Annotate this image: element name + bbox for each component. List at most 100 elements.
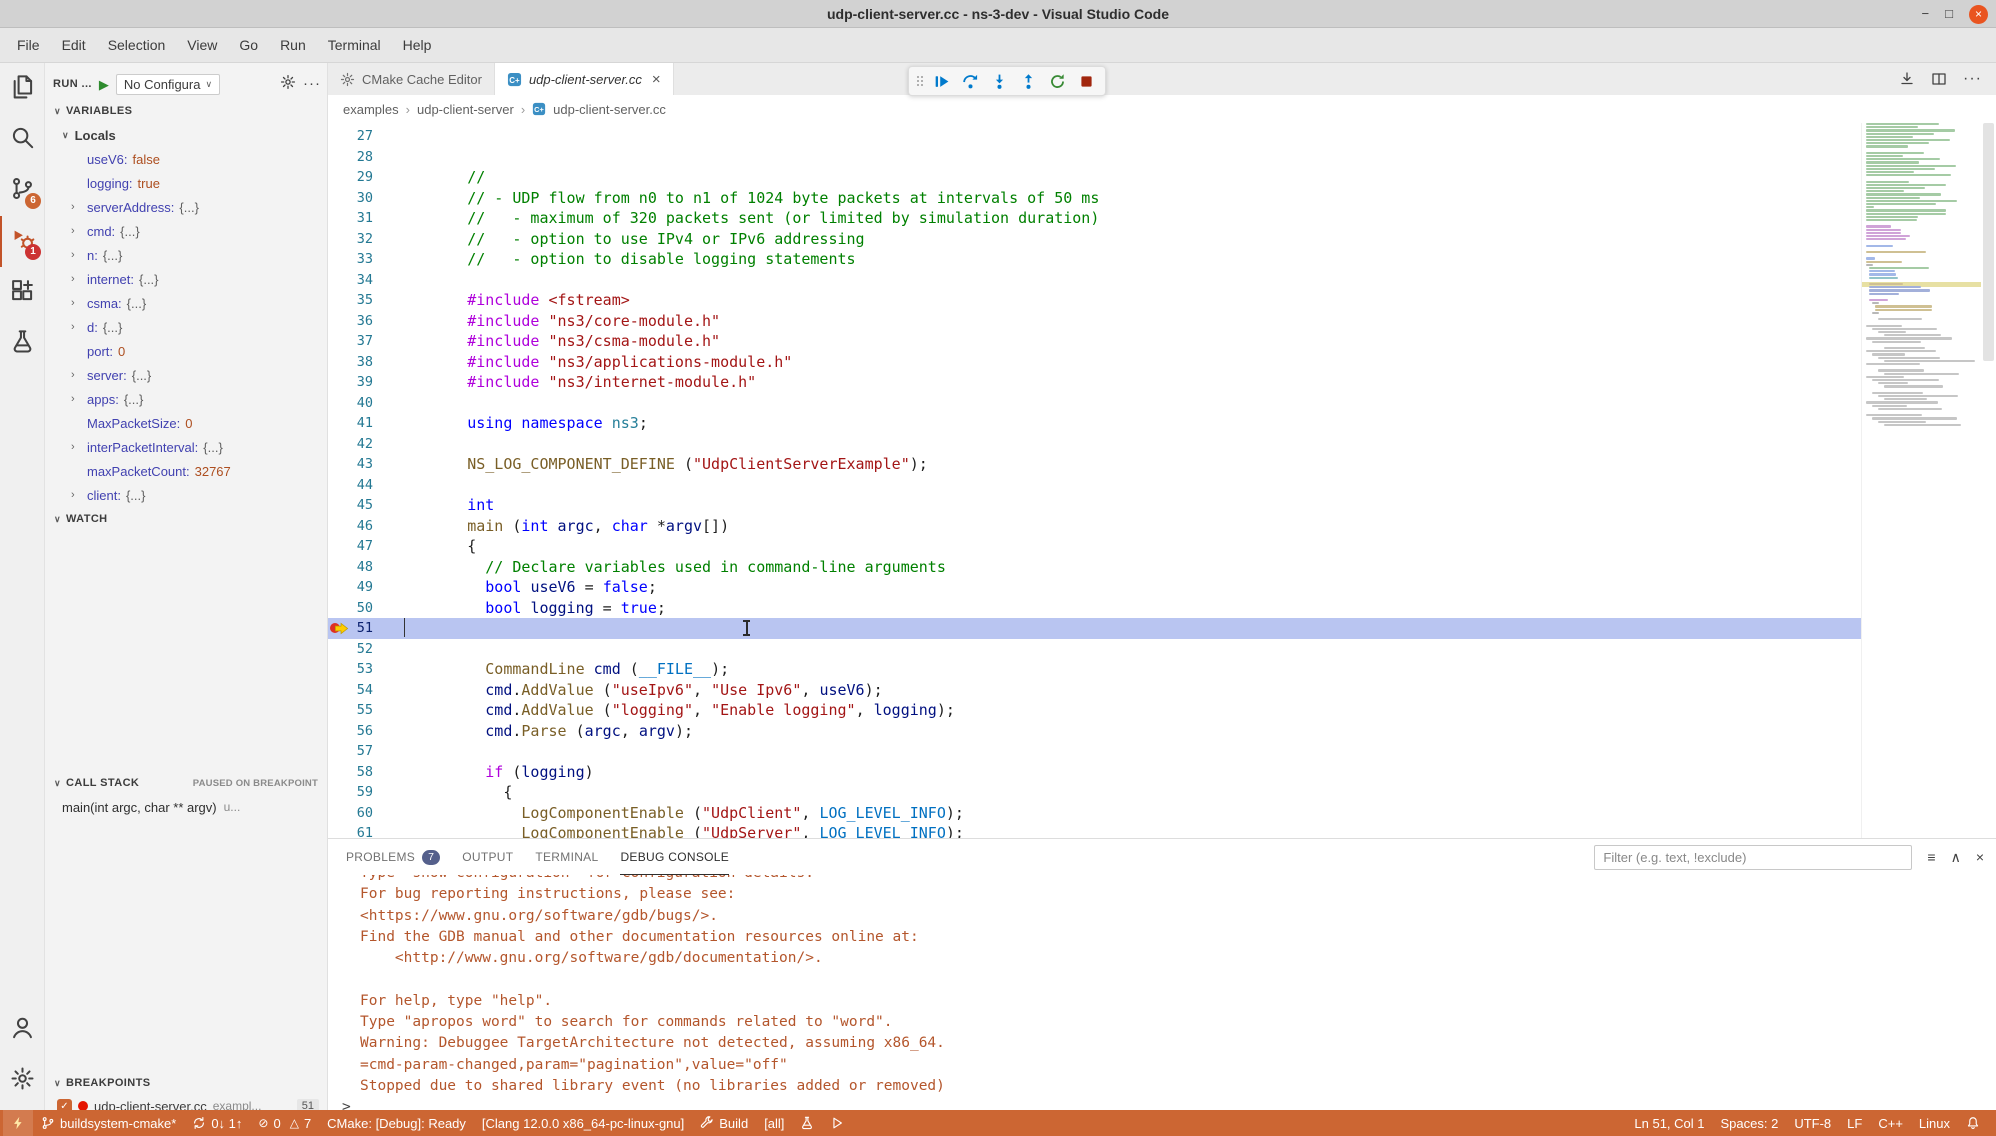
continue-button[interactable] (928, 68, 954, 94)
code-line-58[interactable]: 58 LogComponentEnable ("UdpClient", LOG_… (328, 762, 1861, 783)
code-line-32[interactable]: 32 (328, 229, 1861, 250)
code-line-31[interactable]: 31// - option to disable logging stateme… (328, 208, 1861, 229)
step-over-button[interactable] (957, 68, 983, 94)
code-line-55[interactable]: 55 (328, 700, 1861, 721)
restart-button[interactable] (1044, 68, 1070, 94)
code-line-53[interactable]: 53 cmd.AddValue ("logging", "Enable logg… (328, 659, 1861, 680)
code-line-45[interactable]: 45{ (328, 495, 1861, 516)
panel-tab-terminal[interactable]: TERMINAL (535, 839, 598, 875)
menu-go[interactable]: Go (228, 32, 269, 58)
minimap[interactable] (1861, 123, 1981, 838)
step-out-button[interactable] (1015, 68, 1041, 94)
activity-source-control[interactable]: 6 (0, 165, 45, 216)
variables-scope-locals[interactable]: ∨ Locals (45, 123, 327, 147)
variable-row-server[interactable]: › server: {...} (45, 363, 327, 387)
code-line-38[interactable]: 38 (328, 352, 1861, 373)
breadcrumb-item[interactable]: examples (343, 102, 399, 117)
activity-testing[interactable] (0, 318, 45, 369)
variable-row-d[interactable]: › d: {...} (45, 315, 327, 339)
split-editor-icon[interactable] (1931, 71, 1947, 87)
variable-row-maxPacketCount[interactable]: maxPacketCount: 32767 (45, 459, 327, 483)
variable-row-cmd[interactable]: › cmd: {...} (45, 219, 327, 243)
code-line-60[interactable]: 60 } (328, 803, 1861, 824)
menu-edit[interactable]: Edit (51, 32, 97, 58)
run-file-icon[interactable] (1899, 71, 1915, 87)
panel-tab-problems[interactable]: PROBLEMS7 (346, 839, 440, 875)
variable-row-client[interactable]: › client: {...} (45, 483, 327, 507)
code-line-28[interactable]: 28// - UDP flow from n0 to n1 of 1024 by… (328, 147, 1861, 168)
code-line-47[interactable]: 47 bool useV6 = false; (328, 536, 1861, 557)
code-line-42[interactable]: 42 (328, 434, 1861, 455)
console-filter-input[interactable] (1594, 845, 1912, 870)
code-line-51[interactable]: 51 CommandLine cmd (__FILE__); (328, 618, 1861, 639)
code-line-34[interactable]: 34#include "ns3/core-module.h" (328, 270, 1861, 291)
code-line-43[interactable]: 43int (328, 454, 1861, 475)
maximize-panel-icon[interactable]: ∧ (1951, 850, 1961, 864)
status-cmake-build-target[interactable]: [all] (756, 1110, 792, 1136)
status-notifications[interactable] (1958, 1110, 1988, 1136)
breadcrumb-item[interactable]: udp-client-server.cc (553, 102, 666, 117)
status-cmake-status[interactable]: CMake: [Debug]: Ready (319, 1110, 474, 1136)
variable-row-internet[interactable]: › internet: {...} (45, 267, 327, 291)
menu-run[interactable]: Run (269, 32, 317, 58)
status-encoding[interactable]: UTF-8 (1786, 1110, 1839, 1136)
editor-tab-udp-client-server[interactable]: C+ udp-client-server.cc × (495, 63, 674, 95)
editor-scrollbar[interactable] (1981, 123, 1996, 838)
status-cmake-kit[interactable]: [Clang 12.0.0 x86_64-pc-linux-gnu] (474, 1110, 692, 1136)
start-debug-icon[interactable]: ▶ (99, 78, 109, 91)
call-stack-frame[interactable]: main(int argc, char ** argv) u... (45, 795, 327, 819)
more-actions-icon[interactable]: ··· (1963, 70, 1982, 88)
variable-row-useV6[interactable]: useV6: false (45, 147, 327, 171)
status-eol[interactable]: LF (1839, 1110, 1870, 1136)
panel-tab-debug-console[interactable]: DEBUG CONSOLE (620, 839, 729, 875)
activity-explorer[interactable] (0, 63, 45, 114)
variable-row-apps[interactable]: › apps: {...} (45, 387, 327, 411)
code-line-44[interactable]: 44main (int argc, char *argv[]) (328, 475, 1861, 496)
editor-tab-cmake-cache-editor[interactable]: CMake Cache Editor (328, 63, 495, 95)
stop-button[interactable] (1073, 68, 1099, 94)
toolbar-drag-handle[interactable] (915, 73, 925, 89)
status-cmake-build[interactable]: Build (692, 1110, 756, 1136)
status-cursor-position[interactable]: Ln 51, Col 1 (1626, 1110, 1712, 1136)
code-line-59[interactable]: 59 LogComponentEnable ("UdpServer", LOG_… (328, 782, 1861, 803)
activity-search[interactable] (0, 114, 45, 165)
code-line-37[interactable]: 37#include "ns3/internet-module.h" (328, 331, 1861, 352)
minimize-button[interactable]: − (1922, 5, 1930, 23)
console-prompt[interactable]: > (342, 1099, 1996, 1110)
code-line-54[interactable]: 54 cmd.Parse (argc, argv); (328, 680, 1861, 701)
variable-row-csma[interactable]: › csma: {...} (45, 291, 327, 315)
code-line-56[interactable]: 56 if (logging) (328, 721, 1861, 742)
code-line-36[interactable]: 36#include "ns3/applications-module.h" (328, 311, 1861, 332)
breadcrumb-item[interactable]: udp-client-server (417, 102, 514, 117)
code-line-41[interactable]: 41NS_LOG_COMPONENT_DEFINE ("UdpClientSer… (328, 413, 1861, 434)
status-language-mode[interactable]: C++ (1870, 1110, 1911, 1136)
variable-row-n[interactable]: › n: {...} (45, 243, 327, 267)
code-line-48[interactable]: 48 bool logging = true; (328, 557, 1861, 578)
status-problems-summary[interactable]: ⊘0△7 (250, 1110, 319, 1136)
code-line-57[interactable]: 57 { (328, 741, 1861, 762)
status-cmake-launch[interactable] (822, 1110, 852, 1136)
variable-row-port[interactable]: port: 0 (45, 339, 327, 363)
activity-run-and-debug[interactable]: 1 (0, 216, 45, 267)
breakpoint-checkbox[interactable]: ✓ (57, 1099, 72, 1111)
code-editor[interactable]: 27// 28// - UDP flow from n0 to n1 of 10… (328, 123, 1861, 838)
scrollbar-slider[interactable] (1983, 123, 1994, 361)
code-line-30[interactable]: 30// - option to use IPv4 or IPv6 addres… (328, 188, 1861, 209)
status-indentation[interactable]: Spaces: 2 (1713, 1110, 1787, 1136)
step-into-button[interactable] (986, 68, 1012, 94)
menu-terminal[interactable]: Terminal (317, 32, 392, 58)
variable-row-serverAddress[interactable]: › serverAddress: {...} (45, 195, 327, 219)
variable-row-interPacketInterval[interactable]: › interPacketInterval: {...} (45, 435, 327, 459)
code-line-27[interactable]: 27// (328, 126, 1861, 147)
code-line-33[interactable]: 33#include <fstream> (328, 249, 1861, 270)
variable-row-MaxPacketSize[interactable]: MaxPacketSize: 0 (45, 411, 327, 435)
variable-row-logging[interactable]: logging: true (45, 171, 327, 195)
code-line-29[interactable]: 29// - maximum of 320 packets sent (or l… (328, 167, 1861, 188)
code-line-39[interactable]: 39using namespace ns3; (328, 372, 1861, 393)
status-git-branch[interactable]: buildsystem-cmake* (33, 1110, 184, 1136)
breakpoint-row[interactable]: ✓ udp-client-server.cc exampl... 51 (45, 1095, 327, 1110)
activity-accounts[interactable] (0, 1004, 45, 1055)
code-line-40[interactable]: 40 (328, 393, 1861, 414)
filter-options-icon[interactable]: ≡ (1927, 850, 1935, 864)
code-line-52[interactable]: 52 cmd.AddValue ("useIpv6", "Use Ipv6", … (328, 639, 1861, 660)
